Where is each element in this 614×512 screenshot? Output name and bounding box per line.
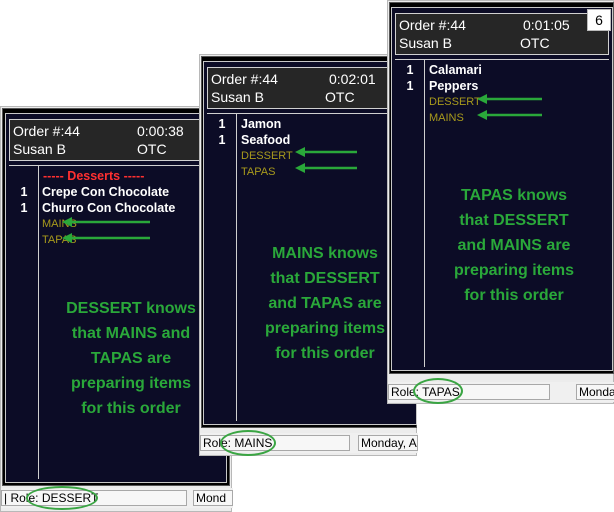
note-line: for this order <box>275 345 375 362</box>
note-line: TAPAS are <box>90 350 172 367</box>
order-number: Order #:44 <box>13 123 80 139</box>
order-item[interactable]: Peppers <box>429 79 478 93</box>
item-quantity: 1 <box>406 63 414 77</box>
note-line: preparing items <box>264 320 386 337</box>
date-field: Monday, A <box>358 435 418 451</box>
order-timer: 0:02:01 <box>329 71 376 87</box>
order-type: OTC <box>520 35 550 51</box>
order-timer: 0:00:38 <box>137 123 184 139</box>
order-item[interactable]: Calamari <box>429 63 482 77</box>
green-arrow-left-icon <box>477 94 542 104</box>
green-arrow-left-icon <box>62 233 150 243</box>
ticket-header: Order #:44 0:02:01 Susan B OTC <box>207 67 413 109</box>
note-line: DESSERT knows <box>66 300 196 317</box>
green-arrow-left-icon <box>295 163 357 173</box>
order-number: Order #:44 <box>211 71 278 87</box>
server-name: Susan B <box>211 89 264 105</box>
note-line: TAPAS knows <box>460 187 568 204</box>
note-line: preparing items <box>70 375 192 392</box>
note-line: and TAPAS are <box>268 295 382 312</box>
date-field: Monda <box>576 384 614 400</box>
other-station-label: TAPAS <box>241 166 276 178</box>
other-station-label: DESSERT <box>241 150 293 162</box>
note-line: that MAINS and <box>71 325 191 342</box>
note-line: preparing items <box>453 262 575 279</box>
order-item[interactable]: Seafood <box>241 133 290 147</box>
green-arrow-left-icon <box>295 147 357 157</box>
note-line: for this order <box>81 400 181 417</box>
note-line: MAINS knows <box>272 245 378 262</box>
order-type: OTC <box>137 141 167 157</box>
annotation-note-tapas: TAPAS knows that DESSERT and MAINS are p… <box>421 183 607 308</box>
order-number: Order #:44 <box>399 17 466 33</box>
role-highlight-ellipse-dessert <box>26 486 98 510</box>
role-highlight-ellipse-tapas <box>413 378 463 404</box>
ticket-header: Order #:44 0:01:05 Susan B OTC <box>395 13 609 55</box>
item-quantity: 1 <box>218 117 226 131</box>
item-quantity: 1 <box>218 133 226 147</box>
ticket-count-badge: 6 <box>587 9 611 31</box>
server-name: Susan B <box>399 35 452 51</box>
note-line: and MAINS are <box>457 237 571 254</box>
order-item[interactable]: Jamon <box>241 117 281 131</box>
green-arrow-left-icon <box>477 110 542 120</box>
order-type: OTC <box>325 89 355 105</box>
order-item[interactable]: Churro Con Chocolate <box>42 201 175 215</box>
item-quantity: 1 <box>20 185 28 199</box>
ticket-header: Order #:44 0:00:38 Susan B OTC <box>9 119 223 161</box>
annotation-note-mains: MAINS knows that DESSERT and TAPAS are p… <box>234 241 416 366</box>
category-header: ----- Desserts ----- <box>43 169 145 183</box>
server-name: Susan B <box>13 141 66 157</box>
date-field: Mond <box>193 490 233 506</box>
order-item[interactable]: Crepe Con Chocolate <box>42 185 169 199</box>
annotation-note-dessert: DESSERT knows that MAINS and TAPAS are p… <box>38 296 224 421</box>
note-line: that DESSERT <box>270 270 380 287</box>
item-quantity: 1 <box>406 79 414 93</box>
other-station-label: MAINS <box>429 112 464 124</box>
item-quantity: 1 <box>20 201 28 215</box>
note-line: for this order <box>464 287 564 304</box>
order-timer: 0:01:05 <box>523 17 570 33</box>
note-line: that DESSERT <box>459 212 569 229</box>
other-station-label: DESSERT <box>429 96 481 108</box>
green-arrow-left-icon <box>62 217 150 227</box>
role-highlight-ellipse-mains <box>220 430 276 456</box>
